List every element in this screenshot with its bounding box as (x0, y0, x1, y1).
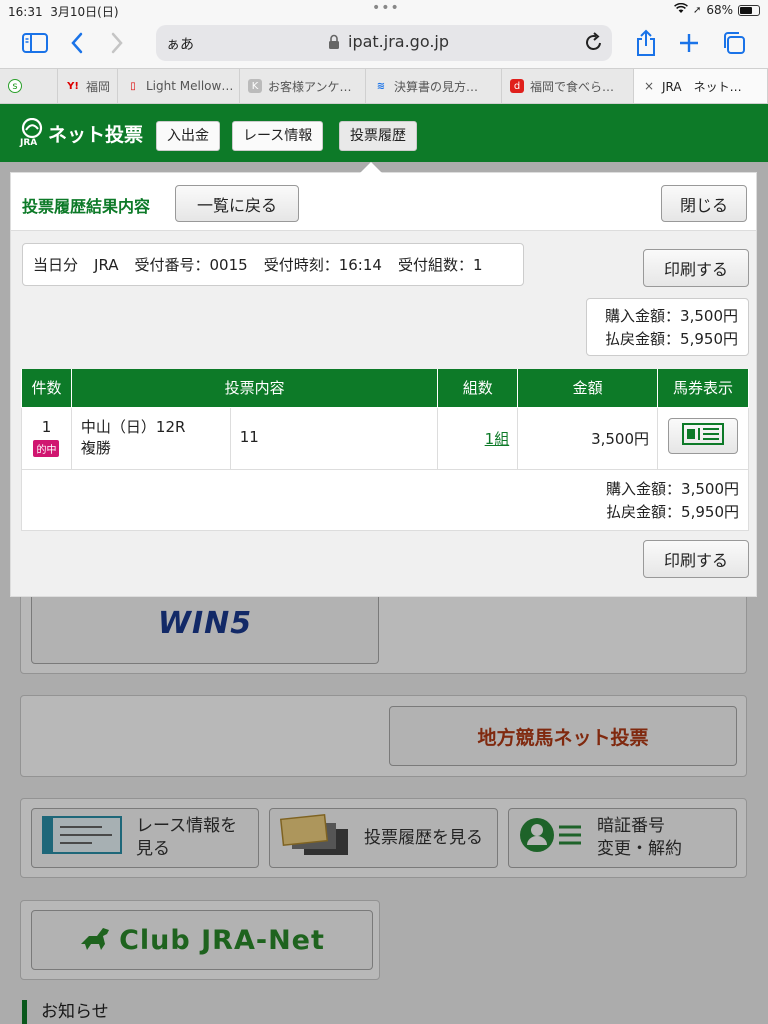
tab-7-active[interactable]: × JRA ネット… (634, 69, 768, 103)
lock-icon (328, 34, 340, 54)
tab-1[interactable]: s (0, 69, 58, 103)
favicon-s-icon: s (8, 79, 22, 93)
tab-label: 福岡 (86, 79, 111, 94)
race-name: 中山（日）12R (80, 417, 186, 436)
browser-toolbar: ぁあ ipat.jra.go.jp (0, 20, 768, 68)
col-sets: 組数 (437, 369, 519, 408)
print-button-bottom[interactable]: 印刷する (643, 540, 749, 578)
reload-icon[interactable] (584, 31, 604, 57)
selection: 11 (239, 427, 259, 446)
status-time: 16:31 3月10日(日) (8, 5, 119, 19)
favicon-d-icon: d (510, 79, 524, 93)
modal-header: 投票履歴結果内容 一覧に戻る 閉じる (11, 173, 756, 231)
hit-badge: 的中 (33, 439, 60, 457)
refund-amount-bottom: 払戻金額：5,950円 (606, 502, 739, 521)
amount-cell: 3,500円 (517, 406, 659, 470)
favicon-k-icon: K (248, 79, 262, 93)
col-ticket: 馬券表示 (657, 369, 749, 408)
favicon-flutter-icon: ≋ (376, 80, 386, 92)
vote-table: 件数 投票内容 組数 金額 馬券表示 1 的中 中山（日）12R 複勝 11 1… (21, 369, 749, 531)
race-cell: 中山（日）12R 複勝 (70, 406, 231, 470)
ticket-icon (682, 422, 724, 449)
reader-button[interactable]: ぁあ (166, 34, 194, 54)
receipt-info: 当日分 JRA 受付番号：0015 受付時刻：16:14 受付組数：1 (22, 243, 524, 286)
col-amount: 金額 (517, 369, 659, 408)
multitask-dots[interactable]: ••• (372, 0, 400, 16)
site-header: JRA ネット投票 入出金 レース情報 投票履歴 (0, 104, 768, 162)
forward-icon[interactable] (106, 28, 128, 58)
ticket-view-button[interactable] (668, 417, 738, 454)
col-content: 投票内容 (70, 369, 439, 408)
jra-mark-icon: JRA (20, 117, 44, 148)
address-bar[interactable]: ぁあ ipat.jra.go.jp (156, 25, 612, 61)
tab-3[interactable]: ▯ Light Mellow… (118, 69, 240, 103)
sidebar-icon[interactable] (20, 28, 50, 58)
tab-6[interactable]: d 福岡で食べら… (502, 69, 634, 103)
share-icon[interactable] (632, 28, 660, 58)
close-tab-icon[interactable]: × (642, 79, 656, 93)
popover-caret (360, 162, 382, 173)
favicon-yahoo-icon: Y! (67, 80, 79, 92)
nav-vote-history[interactable]: 投票履歴 (339, 121, 417, 151)
table-summary-cell: 購入金額：3,500円 払戻金額：5,950円 (21, 468, 749, 531)
amount: 3,500円 (591, 429, 650, 448)
jra-logo-sub: JRA (20, 138, 38, 148)
purchase-amount: 購入金額：3,500円 (605, 307, 738, 325)
table-row: 1 的中 中山（日）12R 複勝 11 1組 3,500円 (21, 406, 749, 470)
tab-label: 決算書の見方… (394, 79, 479, 94)
table-summary-row: 購入金額：3,500円 払戻金額：5,950円 (21, 468, 749, 531)
tab-2[interactable]: Y! 福岡 (58, 69, 118, 103)
status-bar: 16:31 3月10日(日) ••• ➚ 68% (0, 0, 768, 20)
tab-strip: s Y! 福岡 ▯ Light Mellow… K お客様アンケ… ≋ 決算書の… (0, 68, 768, 104)
tab-label: 福岡で食べら… (530, 79, 615, 94)
tab-label: お客様アンケ… (268, 79, 352, 94)
sets-link[interactable]: 1組 (485, 430, 510, 448)
new-tab-icon[interactable] (676, 28, 702, 58)
tab-label: JRA ネット… (662, 79, 742, 94)
back-to-list-button[interactable]: 一覧に戻る (175, 185, 299, 222)
status-right: ➚ 68% (674, 2, 760, 17)
tab-overview-icon[interactable] (720, 28, 748, 58)
battery-icon (738, 4, 760, 16)
print-button-top[interactable]: 印刷する (643, 249, 749, 287)
nav-deposit[interactable]: 入出金 (156, 121, 220, 151)
battery-percent: 68% (706, 3, 733, 17)
wifi-icon (674, 2, 688, 17)
location-icon: ➚ (692, 4, 702, 16)
tab-5[interactable]: ≋ 決算書の見方… (366, 69, 502, 103)
history-result-modal: 投票履歴結果内容 一覧に戻る 閉じる 当日分 JRA 受付番号：0015 受付時… (10, 172, 757, 597)
info-receipt-no: 受付番号：0015 (134, 256, 248, 274)
summary-top: 購入金額：3,500円 払戻金額：5,950円 (586, 298, 749, 356)
bet-type: 複勝 (80, 438, 111, 457)
info-day: 当日分 (33, 256, 79, 274)
table-header-row: 件数 投票内容 組数 金額 馬券表示 (21, 369, 749, 408)
url-domain: ipat.jra.go.jp (348, 32, 450, 51)
tab-label: Light Mellow… (146, 79, 234, 93)
purchase-amount-bottom: 購入金額：3,500円 (606, 479, 739, 498)
info-receipt-sets: 受付組数：1 (397, 256, 483, 274)
row-count-cell: 1 的中 (21, 406, 72, 470)
row-count: 1 (41, 417, 52, 436)
refund-amount: 払戻金額：5,950円 (605, 330, 738, 348)
favicon-bookmark-icon: ▯ (130, 80, 136, 92)
close-button[interactable]: 閉じる (661, 185, 747, 222)
info-org: JRA (94, 255, 119, 274)
jra-logo[interactable]: JRA ネット投票 (20, 117, 144, 148)
site-title: ネット投票 (48, 123, 144, 146)
tab-4[interactable]: K お客様アンケ… (240, 69, 366, 103)
sets-cell: 1組 (437, 406, 519, 470)
back-icon[interactable] (66, 28, 88, 58)
ticket-cell (657, 406, 749, 470)
nav-race-info[interactable]: レース情報 (232, 121, 324, 151)
info-receipt-time: 受付時刻：16:14 (263, 256, 382, 274)
selection-cell: 11 (229, 406, 439, 470)
modal-title: 投票履歴結果内容 (22, 197, 151, 216)
col-count: 件数 (21, 369, 72, 408)
